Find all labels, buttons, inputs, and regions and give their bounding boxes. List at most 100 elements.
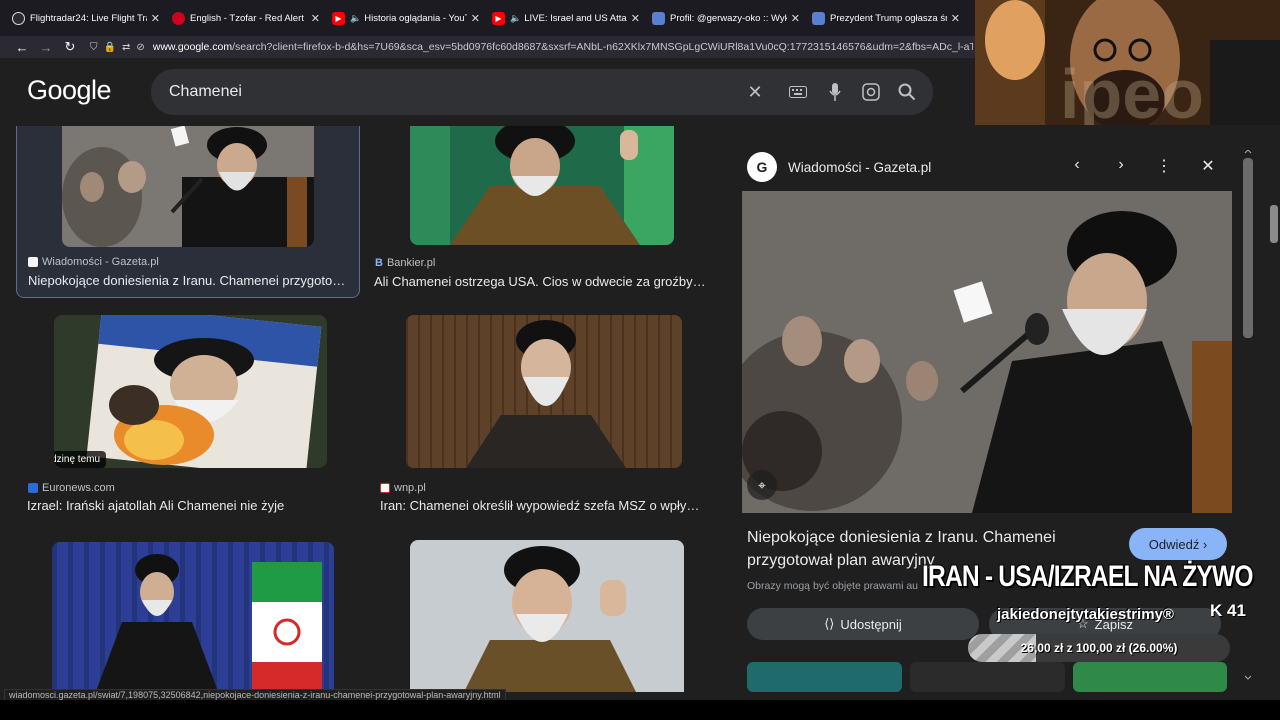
result-source: Wiadomości - Gazeta.pl [28,256,159,268]
search-icon[interactable] [895,80,919,104]
search-box[interactable]: ✕ [151,69,933,115]
kick-icon: K [1210,601,1227,620]
tzofar-icon [172,11,185,25]
viewer-count-value: 41 [1227,601,1246,620]
forward-icon[interactable]: → [34,40,58,55]
reload-icon[interactable]: ↻ [58,39,82,55]
tab-label: Historia oglądania - YouT [364,12,467,24]
letterbox-bar [0,700,1280,720]
speaker-icon[interactable]: 🔈 [350,13,361,24]
chevron-right-icon: › [1199,536,1208,552]
share-button[interactable]: ⟨⟩ Udostępnij [747,608,979,640]
close-icon[interactable]: ✕ [1197,156,1219,176]
result-thumbnail[interactable] [410,540,684,692]
related-images-strip[interactable] [747,662,1227,692]
result-source: Euronews.com [28,482,115,494]
result-title[interactable]: Ali Chamenei ostrzega USA. Cios w odweci… [374,274,710,289]
tab-wykop-trump[interactable]: Prezydent Trump ogłasza śmi ✕ [806,3,966,33]
result-thumbnail[interactable] [406,315,682,468]
viewer-count: K 41 [1210,601,1246,621]
tab-youtube-live[interactable]: ▶ 🔈 LIVE: Israel and US Attack ✕ [486,3,646,33]
tab-tzofar[interactable]: English - Tzofar - Red Alert ✕ [166,3,326,33]
source-label: wnp.pl [394,482,426,494]
result-thumbnail[interactable] [410,126,674,245]
euronews-icon [28,483,38,493]
image-preview-panel: G Wiadomości - Gazeta.pl ‹ › ⋮ ✕ ⌖ Niepo… [731,126,1261,692]
tab-flightradar[interactable]: Flightradar24: Live Flight Trac ✕ [6,3,166,33]
next-icon[interactable]: › [1110,156,1132,174]
image-result-card[interactable]: B Bankier.pl Ali Chamenei ostrzega USA. … [370,126,714,298]
image-result-card[interactable] [24,536,358,692]
svg-text:ipeo: ipeo [1060,55,1204,125]
image-result-card[interactable]: Wiadomości - Gazeta.pl Niepokojące donie… [16,126,360,298]
wykop-icon [812,11,825,25]
result-thumbnail[interactable]: godzinę temu [54,315,327,468]
copyright-notice: Obrazy mogą być objęte prawami au [747,580,918,592]
tab-wykop-profile[interactable]: Profil: @gerwazy-oko :: Wyko ✕ [646,3,806,33]
result-title[interactable]: Izrael: Irański ajatollah Ali Chamenei n… [27,498,353,513]
share-label: Udostępnij [840,616,902,632]
image-results-grid: Wiadomości - Gazeta.pl Niepokojące donie… [0,126,730,692]
search-input[interactable] [169,83,729,101]
share-icon: ⟨⟩ [824,616,835,631]
image-result-card[interactable]: wnp.pl Iran: Chamenei określił wypowiedź… [376,310,714,516]
close-icon[interactable]: ✕ [791,12,800,25]
visit-label: Odwiedź [1148,536,1200,552]
speaker-icon[interactable]: 🔈 [510,13,521,24]
screen: Flightradar24: Live Flight Trac ✕ Englis… [0,0,1280,720]
permissions-icon[interactable]: ⇄ [122,42,130,53]
channel-name-overlay: jakiedonejtytakiestrimy® [997,606,1174,623]
url-bar[interactable]: www.google.com/search?client=firefox-b-d… [153,41,973,53]
source-label: Euronews.com [42,482,115,494]
gazeta-logo: G [747,152,777,182]
tab-label: LIVE: Israel and US Attack [524,12,627,24]
result-thumbnail[interactable] [52,542,334,692]
stream-title-overlay: IRAN - USA/IZRAEL NA ŻYWO [922,560,1254,593]
gazeta-icon [28,257,38,267]
close-icon[interactable]: ✕ [471,12,480,25]
keyboard-icon[interactable] [786,80,810,104]
donation-goal-text: 26,00 zł z 100,00 zł (26.00%) [1020,641,1178,655]
close-icon[interactable]: ✕ [311,12,320,25]
clear-icon[interactable]: ✕ [743,80,767,104]
tracking-icon[interactable]: ⊘ [136,42,144,53]
wnp-icon [380,483,390,493]
tab-youtube-history[interactable]: ▶ 🔈 Historia oglądania - YouT ✕ [326,3,486,33]
lens-icon[interactable] [859,80,883,104]
tab-label: Profil: @gerwazy-oko :: Wyko [670,12,787,24]
source-label: Wiadomości - Gazeta.pl [42,256,159,268]
donation-goal-bar: 26,00 zł z 100,00 zł (26.00%) [968,634,1230,662]
youtube-icon: ▶ [492,11,505,25]
lock-icon[interactable]: 🔒 [104,42,116,53]
image-result-card[interactable]: godzinę temu Euronews.com Izrael: Irańsk… [24,310,358,516]
bankier-icon: B [375,257,383,269]
result-title[interactable]: Iran: Chamenei określił wypowiedź szefa … [380,498,708,513]
youtube-icon: ▶ [332,11,345,25]
result-source: wnp.pl [380,482,426,494]
image-result-card[interactable] [376,536,714,692]
time-badge: godzinę temu [54,451,107,468]
close-icon[interactable]: ✕ [151,12,160,25]
page-scrollbar-thumb[interactable] [1270,205,1278,243]
result-thumbnail[interactable] [62,126,314,247]
preview-image[interactable] [742,191,1232,513]
flightradar-icon [12,11,25,25]
back-icon[interactable]: ← [10,40,34,55]
url-host: www.google.com [152,41,233,53]
lens-search-icon[interactable]: ⌖ [747,470,777,500]
result-title[interactable]: Niepokojące doniesienia z Iranu. Chamene… [28,273,350,288]
url-security-icons: ⛉ 🔒 ⇄ ⊘ [90,42,145,53]
visit-button[interactable]: Odwiedź › [1129,528,1227,560]
url-path: /search?client=firefox-b-d&hs=7U69&sca_e… [232,41,973,53]
microphone-icon[interactable] [823,80,847,104]
google-logo[interactable]: Google [27,75,112,106]
previous-icon[interactable]: ‹ [1066,156,1088,174]
webcam-feed: ipeo [975,0,1280,125]
panel-source[interactable]: Wiadomości - Gazeta.pl [788,160,931,175]
shield-icon[interactable]: ⛉ [90,42,98,53]
tab-label: English - Tzofar - Red Alert [190,12,304,24]
close-icon[interactable]: ✕ [951,12,960,25]
more-icon[interactable]: ⋮ [1153,156,1175,176]
source-label: Bankier.pl [386,257,436,269]
close-icon[interactable]: ✕ [631,12,640,25]
